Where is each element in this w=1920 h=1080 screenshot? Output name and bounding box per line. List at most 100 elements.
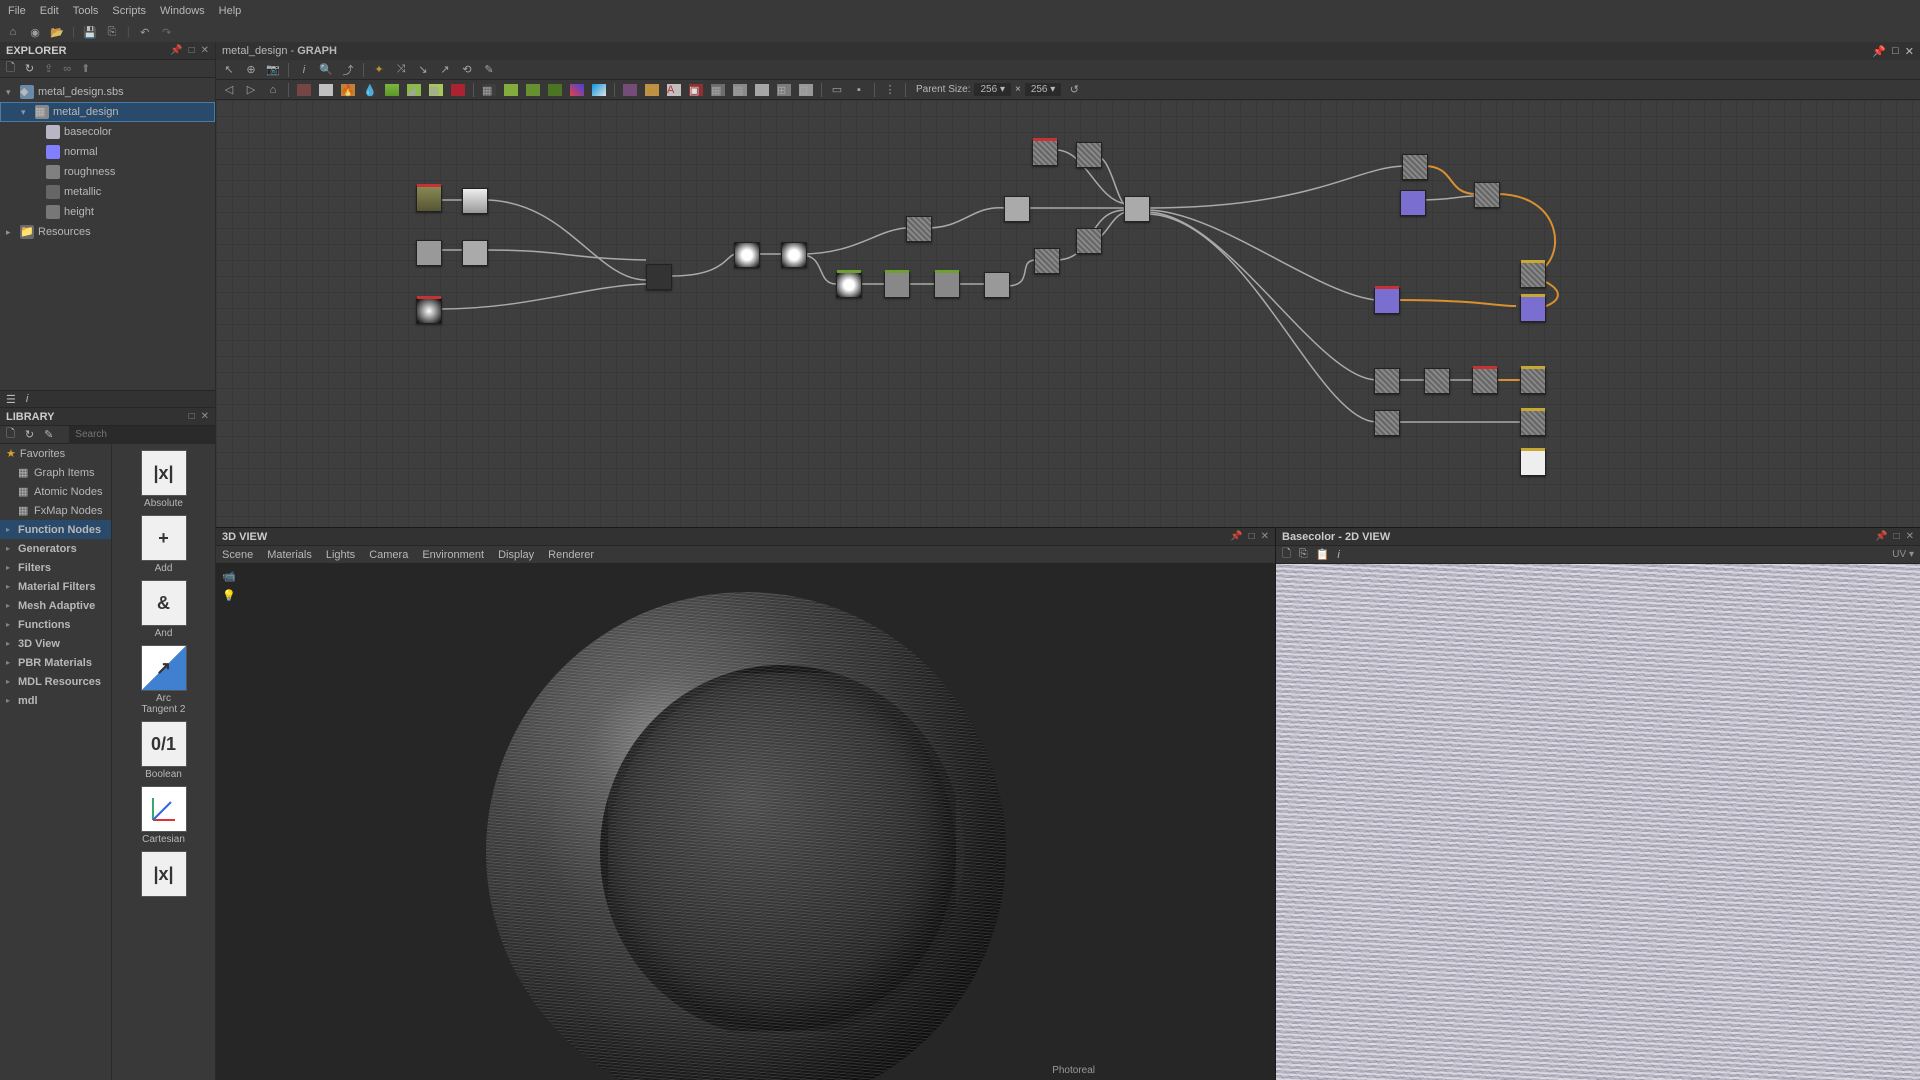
library-search-input[interactable] [69, 429, 213, 440]
close-icon[interactable]: ✕ [1906, 531, 1914, 542]
node[interactable] [1424, 368, 1450, 394]
highlight-icon[interactable]: ✦ [370, 62, 388, 78]
tree-output-normal[interactable]: normal [0, 142, 215, 162]
swatch-20[interactable]: ▤ [731, 82, 749, 98]
lib-cat-fxmap-nodes[interactable]: ▦FxMap Nodes [0, 501, 111, 520]
lib-item-absolute[interactable]: |x|Absolute [140, 450, 188, 509]
view2d-uv-dropdown[interactable]: UV ▾ [1892, 549, 1914, 560]
tree-output-basecolor[interactable]: basecolor [0, 122, 215, 142]
reset-size-icon[interactable]: ↺ [1065, 82, 1083, 98]
lib-cat-filters[interactable]: ▸Filters [0, 558, 111, 577]
node[interactable] [934, 272, 960, 298]
node[interactable] [646, 264, 672, 290]
swatch-4[interactable]: 💧 [361, 82, 379, 98]
view2d-info-icon[interactable]: i [1337, 549, 1339, 561]
node-output[interactable] [1520, 450, 1546, 476]
view3d-menu-camera[interactable]: Camera [369, 549, 408, 561]
view2d-save-icon[interactable]: 🗋 [1282, 545, 1291, 564]
close-icon[interactable]: ✕ [201, 411, 209, 422]
tab-info-icon[interactable]: i [26, 393, 28, 405]
swatch-14[interactable] [590, 82, 608, 98]
node[interactable] [1472, 368, 1498, 394]
node[interactable] [906, 216, 932, 242]
node[interactable] [416, 298, 442, 324]
param-icon[interactable]: ▭ [828, 82, 846, 98]
view2d-copy-icon[interactable]: ⎘ [1299, 548, 1308, 561]
library-items[interactable]: |x|Absolute +Add &And ↗Arc Tangent 2 0/1… [112, 444, 215, 1080]
pointer-icon[interactable]: ↖ [220, 62, 238, 78]
undo-icon[interactable]: ↶ [138, 25, 152, 39]
view3d-menu-environment[interactable]: Environment [422, 549, 484, 561]
swatch-9[interactable]: ▦ [480, 82, 498, 98]
lib-cat-functions[interactable]: ▸Functions [0, 615, 111, 634]
wand-icon[interactable]: ✎ [480, 62, 498, 78]
node-output[interactable] [1520, 410, 1546, 436]
shuffle-icon[interactable]: ⤨ [392, 62, 410, 78]
menu-edit[interactable]: Edit [40, 5, 59, 17]
lib-cat-graph-items[interactable]: ▦Graph Items [0, 463, 111, 482]
swatch-17[interactable]: A [665, 82, 683, 98]
tab-outline-icon[interactable]: ☰ [6, 393, 16, 406]
tree-output-height[interactable]: height [0, 202, 215, 222]
node[interactable] [1402, 154, 1428, 180]
redo-icon[interactable]: ↷ [160, 25, 174, 39]
node[interactable] [1374, 288, 1400, 314]
arrow-down-icon[interactable]: ↘ [414, 62, 432, 78]
viewport-light-icon[interactable]: 💡 [222, 589, 236, 602]
node[interactable] [884, 272, 910, 298]
node[interactable] [1034, 248, 1060, 274]
tree-output-roughness[interactable]: roughness [0, 162, 215, 182]
node[interactable] [1400, 190, 1426, 216]
lib-cat-mdl-resources[interactable]: ▸MDL Resources [0, 672, 111, 691]
maximize-icon[interactable]: □ [1894, 531, 1900, 542]
lib-cat-mesh-adaptive[interactable]: ▸Mesh Adaptive [0, 596, 111, 615]
swatch-16[interactable]: ⬚ [643, 82, 661, 98]
tree-resources[interactable]: ▸ 📁 Resources [0, 222, 215, 242]
swatch-10[interactable] [502, 82, 520, 98]
folder-open-icon[interactable]: 📂 [50, 25, 64, 39]
view3d-menu-scene[interactable]: Scene [222, 549, 253, 561]
swatch-7[interactable]: ▦ [427, 82, 445, 98]
node[interactable] [462, 240, 488, 266]
node[interactable] [836, 272, 862, 298]
refresh-icon[interactable]: ↻ [25, 428, 34, 441]
save-all-icon[interactable]: ⎘ [105, 25, 119, 39]
view3d-menu-materials[interactable]: Materials [267, 549, 312, 561]
parent-size-y[interactable]: 256 ▾ [1025, 83, 1061, 96]
view3d-menu-renderer[interactable]: Renderer [548, 549, 594, 561]
new-icon[interactable]: 🗋 [6, 425, 15, 444]
lib-cat-atomic-nodes[interactable]: ▦Atomic Nodes [0, 482, 111, 501]
info-icon[interactable]: i [295, 62, 313, 78]
zoom-icon[interactable]: 🔍 [317, 62, 335, 78]
nav-right-icon[interactable]: ▷ [242, 82, 260, 98]
pin-icon[interactable]: 📌 [1875, 531, 1887, 542]
tree-output-metallic[interactable]: metallic [0, 182, 215, 202]
node[interactable] [1076, 228, 1102, 254]
lib-cat-generators[interactable]: ▸Generators [0, 539, 111, 558]
swatch-15[interactable] [621, 82, 639, 98]
node[interactable] [734, 242, 760, 268]
branch-icon[interactable]: ⤴ [339, 62, 357, 78]
maximize-icon[interactable]: □ [1249, 531, 1255, 542]
view3d-menu-lights[interactable]: Lights [326, 549, 355, 561]
swatch-19[interactable]: ▦ [709, 82, 727, 98]
lib-item-and[interactable]: &And [140, 580, 188, 639]
swatch-12[interactable] [546, 82, 564, 98]
swatch-2[interactable] [317, 82, 335, 98]
extra-icon[interactable]: ⋮ [881, 82, 899, 98]
lib-item-cartesian[interactable]: Cartesian [140, 786, 188, 845]
save-icon[interactable]: 💾 [83, 25, 97, 39]
node[interactable] [416, 240, 442, 266]
menu-windows[interactable]: Windows [160, 5, 205, 17]
node[interactable] [1124, 196, 1150, 222]
node[interactable] [1474, 182, 1500, 208]
swatch-8[interactable] [449, 82, 467, 98]
refresh-icon[interactable]: ↻ [25, 62, 34, 75]
node[interactable] [1004, 196, 1030, 222]
node-output[interactable] [1520, 368, 1546, 394]
node[interactable] [781, 242, 807, 268]
lib-cat-favorites[interactable]: ★Favorites [0, 444, 111, 463]
view2d-clipboard-icon[interactable]: 📋 [1316, 548, 1330, 561]
menu-file[interactable]: File [8, 5, 26, 17]
home-icon[interactable]: ⌂ [264, 82, 282, 98]
